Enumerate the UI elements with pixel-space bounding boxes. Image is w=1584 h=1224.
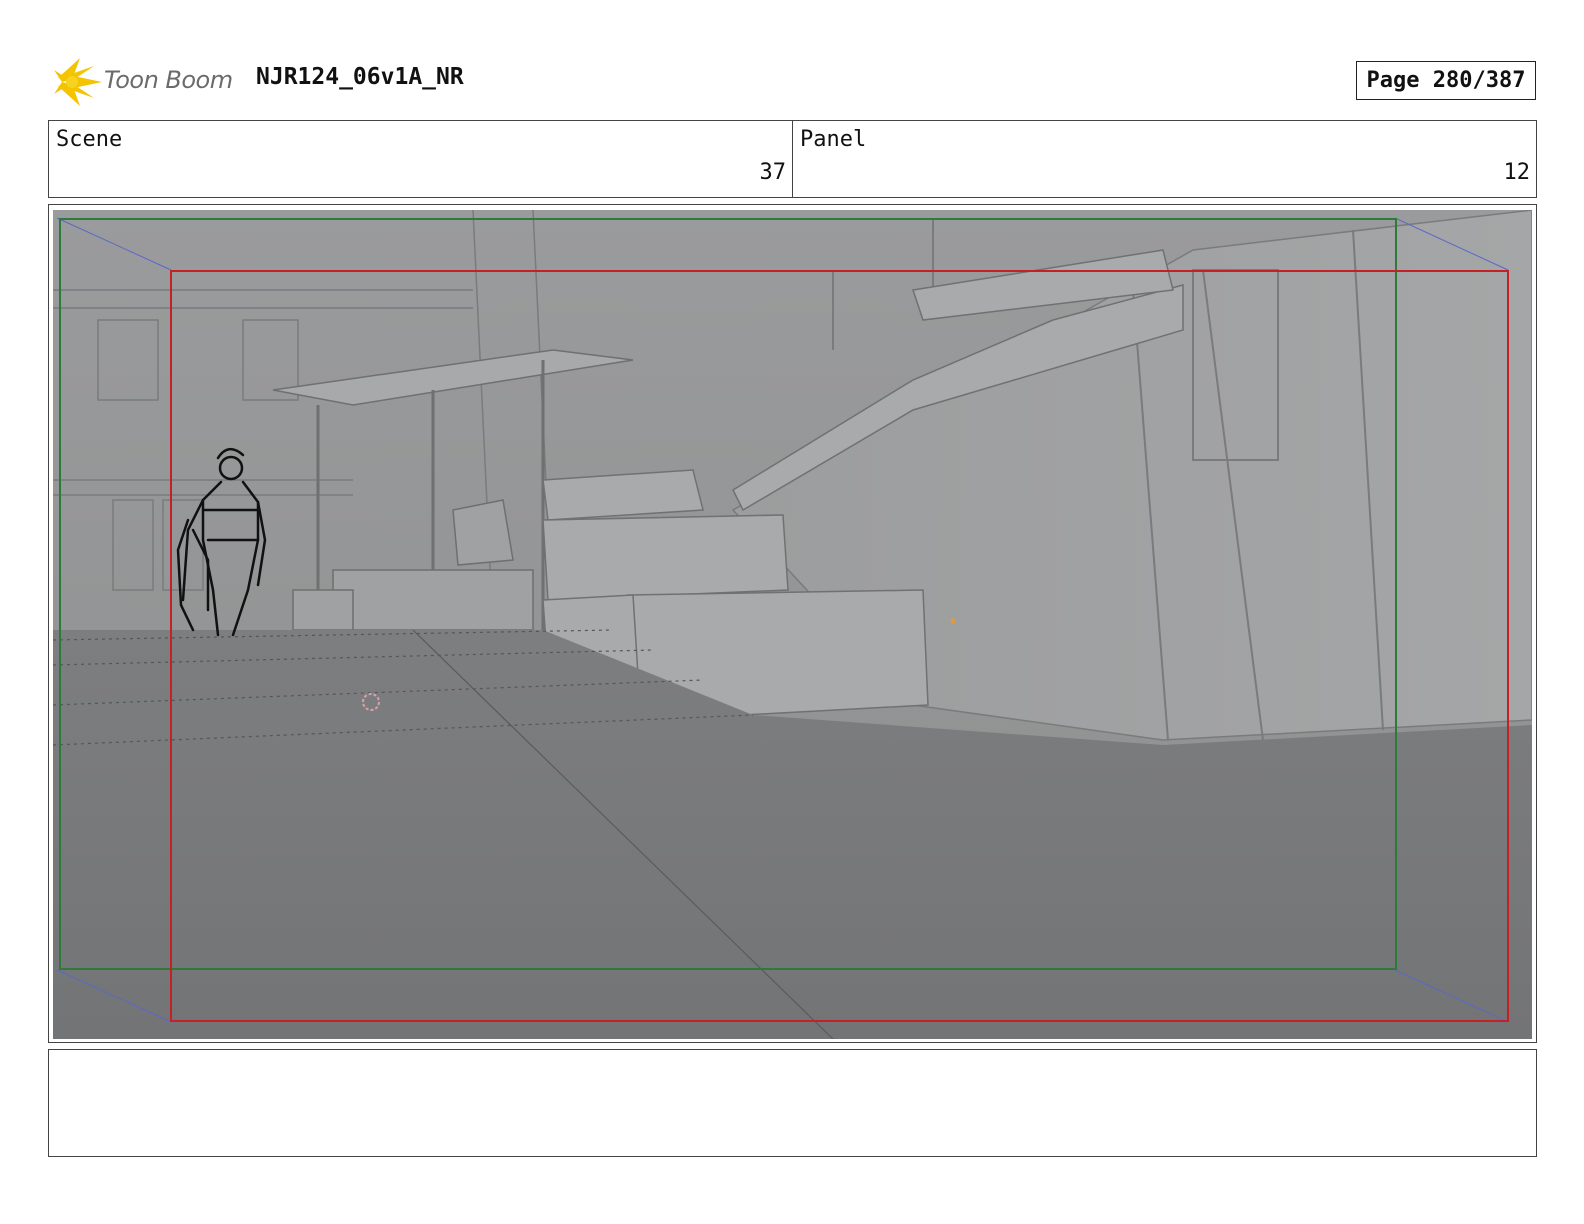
document-title: NJR124_06v1A_NR (256, 64, 464, 90)
panel-label: Panel (800, 127, 867, 152)
sunburst-icon (54, 58, 102, 106)
panel-cell: Panel 12 (792, 121, 1536, 197)
toon-boom-logo: Toon Boom (50, 56, 240, 108)
panel-number: 12 (1503, 160, 1531, 185)
notes-box (48, 1049, 1537, 1157)
storyboard-panel-frame (48, 204, 1537, 1043)
scene-number: 37 (759, 160, 787, 185)
scene-panel-info: Scene 37 Panel 12 (48, 120, 1537, 198)
scene-cell: Scene 37 (49, 121, 792, 197)
pivot-point-icon (950, 618, 956, 624)
page-number: Page 280/387 (1356, 61, 1536, 100)
brand-name: Toon Boom (104, 66, 233, 94)
scene-label: Scene (56, 127, 123, 152)
storyboard-panel-image (53, 210, 1532, 1039)
